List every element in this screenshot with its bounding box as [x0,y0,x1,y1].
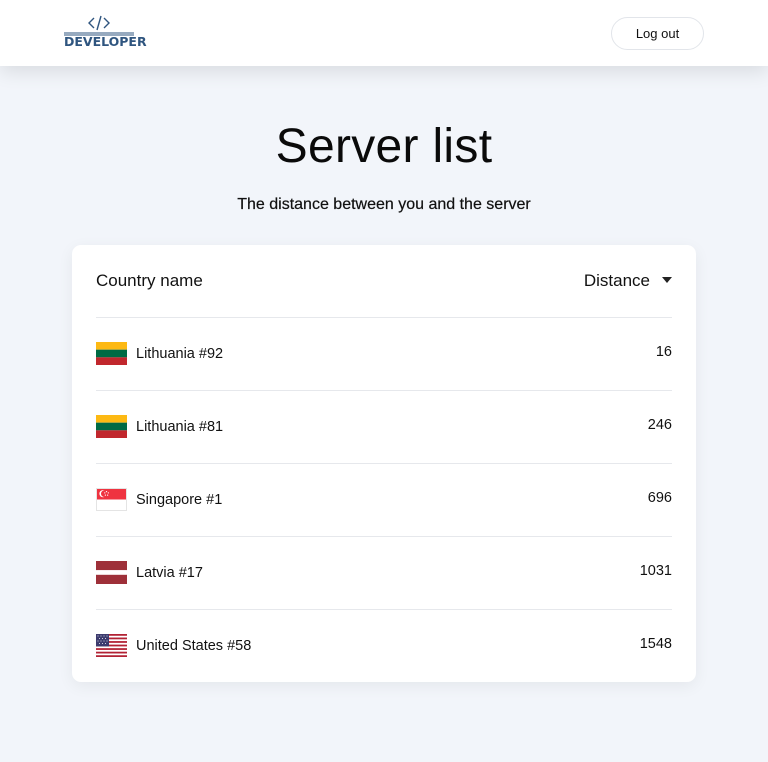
logout-button[interactable]: Log out [611,17,704,50]
united-states-flag-icon [96,634,127,657]
column-header-distance[interactable]: Distance [584,271,672,291]
server-distance: 246 [647,417,672,433]
server-country-name: Lithuania #92 [136,346,224,362]
page-subtitle: The distance between you and the server [237,196,531,213]
table-row[interactable]: Lithuania #81 246 [96,391,672,464]
server-country-name: United States #58 [136,638,252,654]
code-brackets-icon [88,15,110,31]
top-bar: DEVELOPER Log out [0,0,768,66]
server-country-name: Lithuania #81 [136,419,224,435]
latvia-flag-icon [96,561,127,584]
table-row[interactable]: Latvia #17 1031 [96,537,672,610]
developer-logo[interactable]: DEVELOPER [64,15,147,51]
server-country-name: Latvia #17 [136,565,203,581]
caret-down-icon[interactable] [662,277,672,283]
table-header: Country name Distance [96,245,672,318]
server-distance: 1031 [639,563,672,579]
column-header-country[interactable]: Country name [96,271,203,291]
server-distance: 696 [647,490,672,506]
page-title: Server list [275,120,493,173]
column-header-distance-label: Distance [583,271,650,290]
table-row[interactable]: United States #58 1548 [96,610,672,682]
server-distance: 16 [655,344,672,360]
logo-text: DEVELOPER [64,34,147,49]
singapore-flag-icon [96,488,127,511]
lithuania-flag-icon [96,415,127,438]
server-list-card: Country name Distance Lithuania #92 16 L… [72,245,696,682]
lithuania-flag-icon [96,342,127,365]
table-row[interactable]: Lithuania #92 16 [96,318,672,391]
server-distance: 1548 [639,636,672,652]
server-country-name: Singapore #1 [136,492,223,508]
table-row[interactable]: Singapore #1 696 [96,464,672,537]
